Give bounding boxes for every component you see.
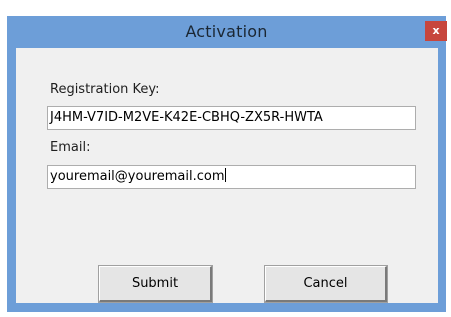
activation-dialog: Activation x Registration Key: J4HM-V7ID…	[7, 16, 447, 312]
dialog-body: Registration Key: J4HM-V7ID-M2VE-K42E-CB…	[16, 48, 438, 303]
registration-key-label: Registration Key:	[50, 82, 160, 97]
registration-key-field[interactable]: J4HM-V7ID-M2VE-K42E-CBHQ-ZX5R-HWTA	[47, 106, 416, 130]
close-button[interactable]: x	[425, 21, 447, 41]
title-bar[interactable]: Activation x	[7, 16, 447, 48]
submit-button[interactable]: Submit	[98, 265, 213, 303]
email-label: Email:	[50, 140, 91, 155]
email-field[interactable]: youremail@youremail.com	[47, 165, 416, 189]
email-value: youremail@youremail.com	[50, 169, 225, 184]
text-cursor	[224, 168, 226, 182]
window-title: Activation	[185, 22, 268, 41]
cancel-button[interactable]: Cancel	[264, 265, 388, 303]
